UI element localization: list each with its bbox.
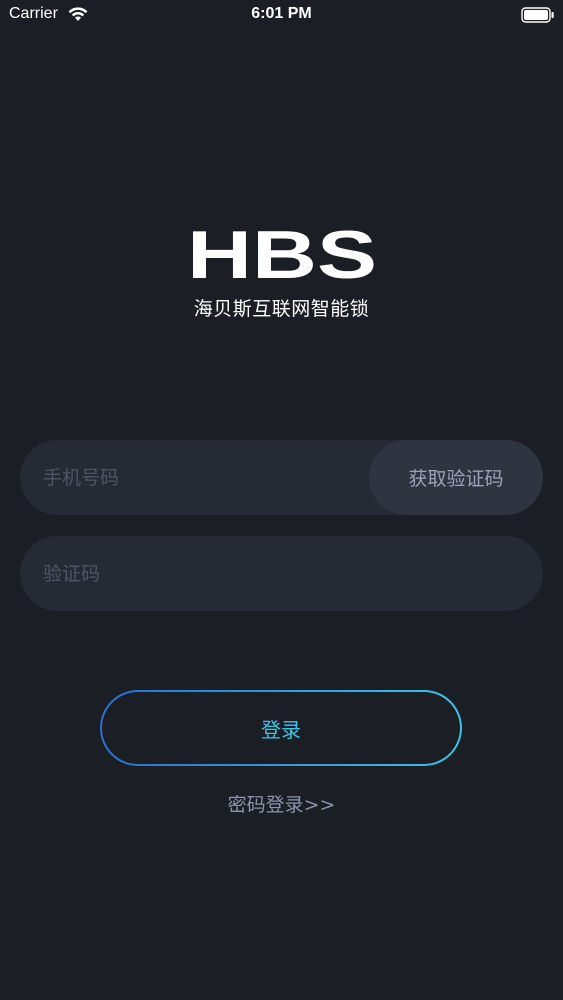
password-login-link[interactable]: 密码登录>> <box>0 790 563 817</box>
phone-number-input[interactable] <box>20 440 365 515</box>
status-bar: Carrier 6:01 PM <box>0 0 563 30</box>
status-time: 6:01 PM <box>251 5 312 22</box>
login-button[interactable]: 登录 <box>100 690 462 766</box>
code-field-row <box>20 536 543 611</box>
app-subtitle: 海贝斯互联网智能锁 <box>193 298 370 320</box>
verification-code-input[interactable] <box>20 536 543 611</box>
hbs-logo: HBS <box>187 222 377 284</box>
battery-full-icon <box>521 7 554 23</box>
phone-field-row: 获取验证码 <box>20 440 543 515</box>
logo-text: HBS <box>187 222 377 284</box>
get-verification-code-button[interactable]: 获取验证码 <box>369 440 543 515</box>
brand-logo: HBS <box>0 222 563 292</box>
